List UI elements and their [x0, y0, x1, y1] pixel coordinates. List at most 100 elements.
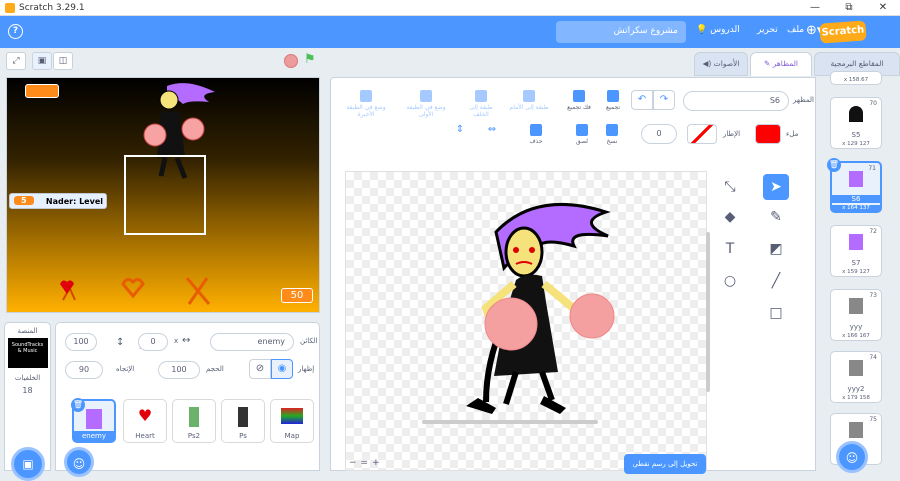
green-flag-icon[interactable]: ⚑: [304, 52, 316, 67]
sprite-tile-map[interactable]: Map: [270, 399, 314, 443]
send-to-back-button[interactable]: وضع في الطبقة الأخيرة: [341, 90, 391, 118]
outline-width-input[interactable]: 0: [641, 124, 677, 144]
horizontal-scrollbar[interactable]: [422, 420, 598, 424]
eraser-tool-icon[interactable]: ◆: [717, 204, 743, 230]
choose-costume-button[interactable]: ☺: [836, 441, 868, 473]
rectangle-tool-icon[interactable]: □: [763, 300, 789, 326]
tab-costumes[interactable]: ✎ المظاهر: [750, 52, 812, 76]
stage-selector-pane[interactable]: المنصة SoundTracks & Music الخلفيات 18 ▣: [4, 322, 51, 481]
convert-to-bitmap-button[interactable]: تحويل إلى رسم نقطي: [624, 454, 706, 474]
drawing-canvas[interactable]: [345, 171, 710, 472]
sprite-thumb: [238, 407, 248, 427]
direction-input[interactable]: 90: [65, 361, 103, 379]
bring-to-front-button[interactable]: وضع في الطبقة الأولى: [401, 90, 451, 118]
ungroup-button[interactable]: فك تجميع: [559, 90, 599, 111]
costume-tile[interactable]: x 158.67: [830, 71, 882, 85]
tab-sounds[interactable]: ◀) الأصوات: [694, 52, 748, 76]
help-button[interactable]: ?: [8, 24, 23, 39]
sprite-tile-label: Heart: [135, 432, 155, 440]
fill-color-swatch[interactable]: [755, 124, 781, 144]
copy-icon: [606, 124, 618, 136]
project-title-input[interactable]: مشروع سكراتش: [556, 21, 686, 43]
costume-name: S5: [851, 131, 861, 139]
costume-name: yyy: [849, 323, 863, 331]
file-menu[interactable]: ملف: [787, 25, 804, 35]
sprite-tile-ps2[interactable]: Ps2: [172, 399, 216, 443]
hide-eye-icon[interactable]: ⊘: [249, 359, 271, 379]
sprite-tile-ps[interactable]: Ps: [221, 399, 265, 443]
edit-menu[interactable]: تحرير: [757, 25, 778, 35]
costume-tile-selected[interactable]: 🗑 71 S6 x 164 137: [827, 158, 882, 213]
costume-size: x 179 158: [842, 395, 870, 401]
line-tool-icon[interactable]: ╱: [763, 268, 789, 294]
costume-thumb: [849, 234, 863, 250]
costume-number: 70: [869, 100, 877, 107]
choose-backdrop-button[interactable]: ▣: [11, 447, 45, 481]
copy-button[interactable]: نسخ: [601, 124, 623, 145]
select-tool-icon[interactable]: ➤: [763, 174, 789, 200]
large-stage-icon[interactable]: ◫: [53, 52, 73, 70]
group-button[interactable]: تجميع: [601, 90, 625, 111]
sprite-tile-enemy[interactable]: 🗑 enemy: [71, 398, 116, 443]
costume-thumb: [849, 360, 863, 376]
choose-sprite-button[interactable]: ☺: [64, 447, 94, 477]
stage-canvas[interactable]: 5 Nader: Level 50: [6, 77, 320, 313]
size-label: الحجم: [206, 365, 224, 373]
sprite-thumb: [281, 408, 303, 424]
minimize-button[interactable]: —: [798, 0, 832, 16]
sprite-name-input[interactable]: enemy: [210, 333, 294, 351]
copy-label: نسخ: [606, 138, 618, 145]
zoom-in-button[interactable]: +: [372, 458, 380, 468]
backward-button[interactable]: طبقة إلى الخلف: [461, 90, 501, 118]
costume-thumb: [849, 171, 863, 187]
zoom-out-button[interactable]: −: [349, 458, 357, 468]
delete-button[interactable]: حذف: [525, 124, 547, 145]
delete-sprite-icon[interactable]: 🗑: [71, 398, 85, 412]
sprite-tile-heart[interactable]: ♥ Heart: [123, 399, 167, 443]
sprite-tile-label: Map: [284, 432, 300, 440]
delete-costume-icon[interactable]: 🗑: [827, 158, 841, 172]
circle-tool-icon[interactable]: ○: [717, 268, 743, 294]
zoom-reset-button[interactable]: =: [361, 458, 369, 468]
brush-tool-icon[interactable]: ✎: [763, 204, 789, 230]
costume-name-input[interactable]: S6: [683, 91, 789, 111]
costume-tile[interactable]: 74 yyy2 x 179 158: [830, 351, 882, 403]
restore-button[interactable]: ⧉: [832, 0, 866, 16]
flip-vertical-icon[interactable]: ⇕: [449, 124, 471, 135]
tab-sounds-label: الأصوات: [713, 59, 740, 68]
sprite-tile-label: Ps2: [187, 432, 201, 440]
scratch-logo[interactable]: Scratch: [819, 20, 867, 44]
heart-icon: ♥: [137, 406, 153, 425]
ungroup-icon: [573, 90, 585, 102]
show-eye-icon[interactable]: ◉: [271, 359, 293, 379]
costume-number: 75: [869, 416, 877, 423]
fullscreen-icon[interactable]: ⤢: [6, 52, 26, 70]
leftright-arrow-icon: ↔: [182, 335, 191, 346]
fill-tool-icon[interactable]: ◩: [763, 236, 789, 262]
undo-icon[interactable]: ↶: [631, 90, 653, 110]
stop-icon[interactable]: [284, 54, 298, 68]
redo-icon[interactable]: ↷: [653, 90, 675, 110]
costume-tile[interactable]: 73 yyy x 166 167: [830, 289, 882, 341]
costume-drawing[interactable]: [346, 172, 706, 472]
small-stage-icon[interactable]: ▣: [32, 52, 52, 70]
paste-button[interactable]: لصق: [571, 124, 593, 145]
costume-tile[interactable]: 72 S7 x 159 127: [830, 225, 882, 277]
size-input[interactable]: 100: [158, 361, 200, 379]
close-button[interactable]: ✕: [866, 0, 900, 16]
forward-button[interactable]: طبقة إلى الأمام: [509, 90, 549, 111]
window-title: Scratch 3.29.1: [19, 2, 85, 13]
y-input[interactable]: 100: [65, 333, 97, 351]
costume-name: S7: [851, 259, 861, 267]
outline-color-swatch[interactable]: [687, 124, 717, 144]
stage-thumbnail[interactable]: SoundTracks & Music: [7, 338, 48, 368]
tutorials-menu[interactable]: 💡 الدروس: [696, 25, 740, 35]
x-input[interactable]: 0: [138, 333, 168, 351]
level-monitor: 5 Nader: Level: [9, 193, 107, 209]
reshape-tool-icon[interactable]: ⤡: [717, 174, 743, 200]
costume-tile[interactable]: 70 S5 x 129 127: [830, 97, 882, 149]
vertical-scrollbar[interactable]: [706, 232, 710, 392]
flip-horizontal-icon[interactable]: ⇔: [481, 124, 503, 135]
speaker-icon: ◀): [702, 59, 712, 68]
text-tool-icon[interactable]: T: [717, 236, 743, 262]
